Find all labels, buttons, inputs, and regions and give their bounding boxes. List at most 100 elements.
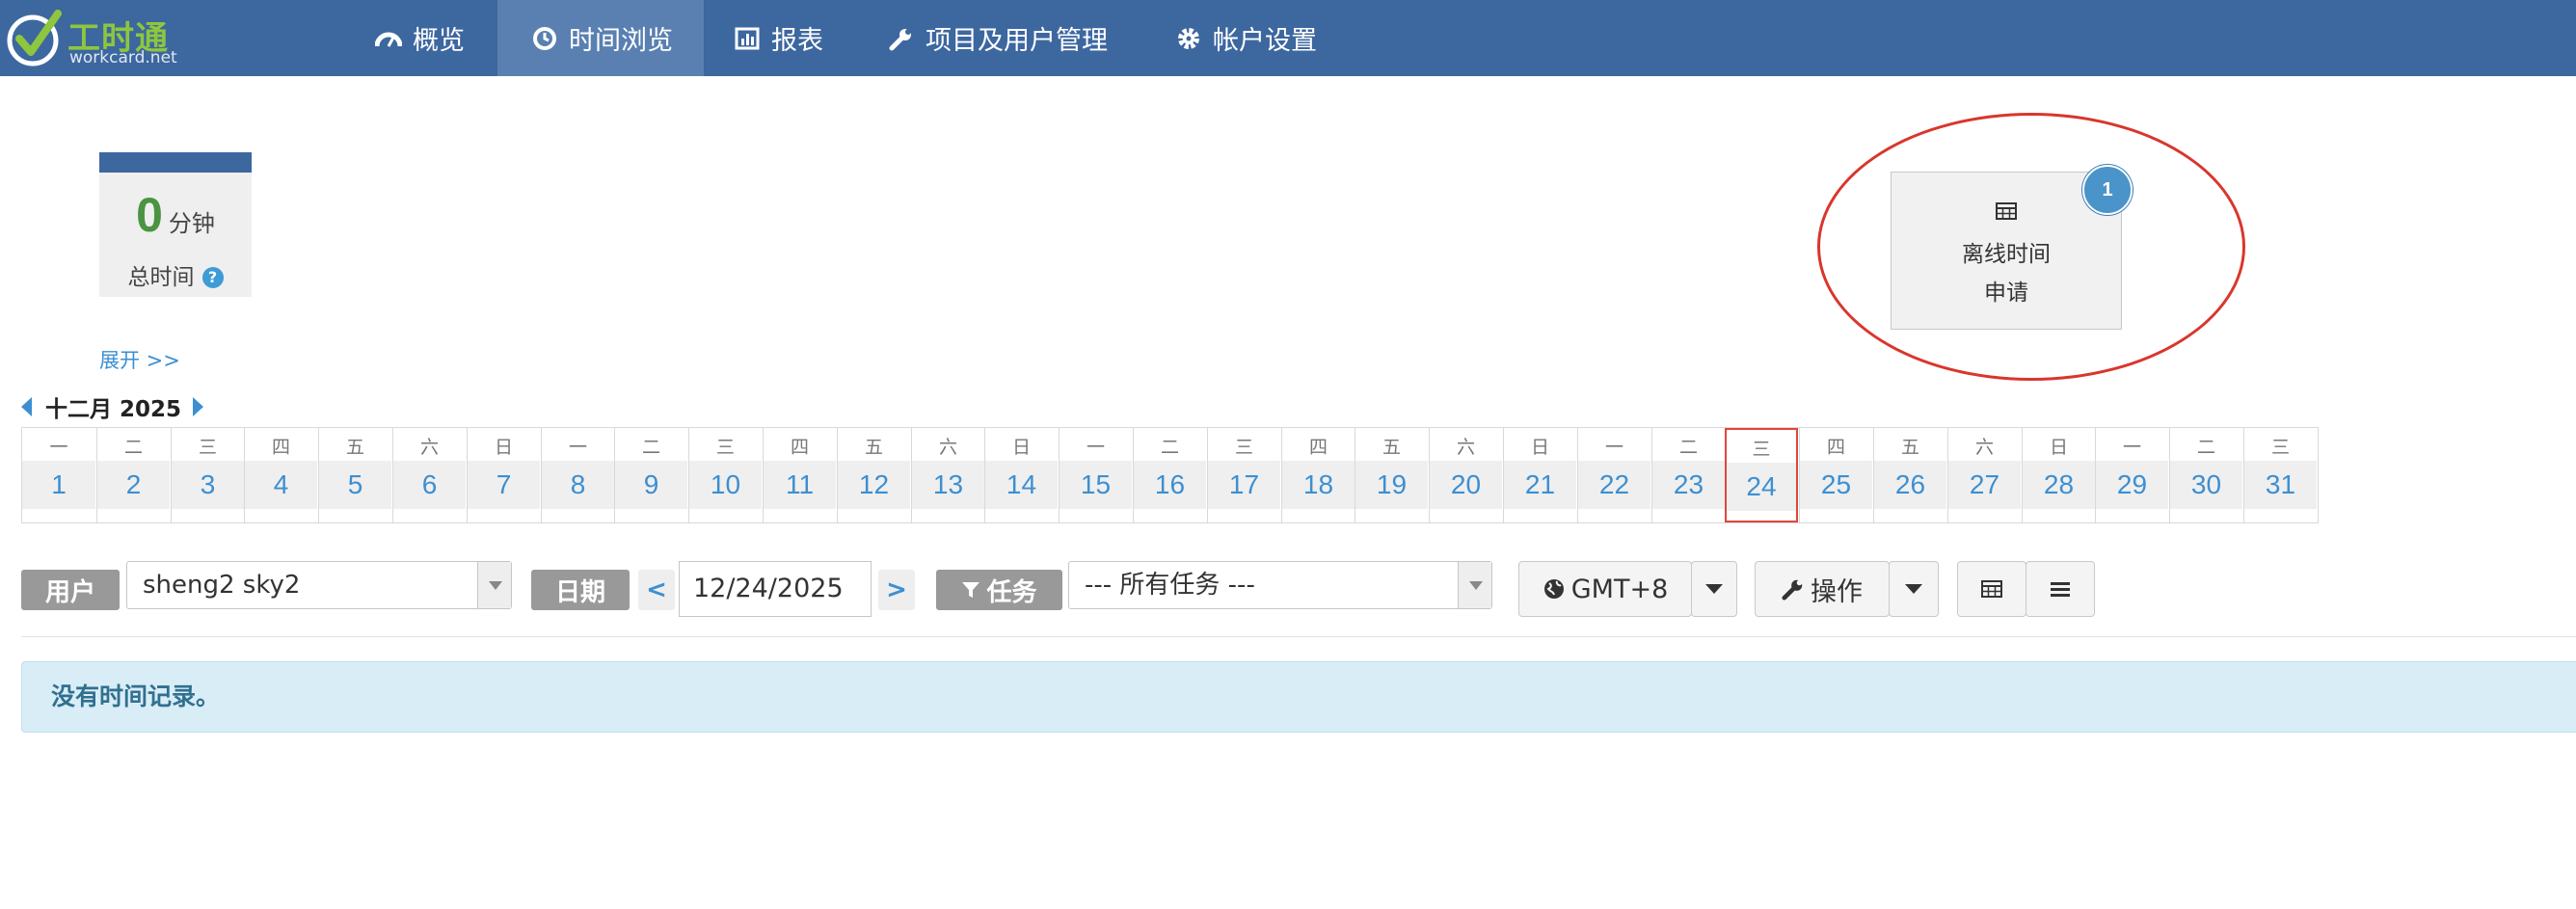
- bar-chart-icon: [733, 24, 762, 53]
- calendar-day-16[interactable]: 二 16: [1133, 428, 1206, 522]
- calendar-day-30[interactable]: 二 30: [2169, 428, 2242, 522]
- day-number[interactable]: 31: [2244, 461, 2317, 509]
- calendar-day-13[interactable]: 六 13: [911, 428, 984, 522]
- day-number[interactable]: 18: [1282, 461, 1355, 509]
- offline-request-label-line1: 离线时间: [1962, 242, 2051, 267]
- calendar-day-2[interactable]: 二2: [96, 428, 170, 522]
- day-number[interactable]: 20: [1430, 461, 1502, 509]
- calendar-day-10[interactable]: 三 10: [688, 428, 762, 522]
- nav-overview[interactable]: 概览: [374, 0, 480, 76]
- weekday-label: 四: [790, 437, 809, 458]
- day-number[interactable]: 9: [615, 461, 687, 509]
- table-icon: [1981, 580, 2002, 598]
- calendar-day-6[interactable]: 六6: [392, 428, 466, 522]
- logo[interactable]: 工时通 workcard.net: [6, 6, 177, 67]
- day-number[interactable]: 23: [1652, 461, 1725, 509]
- nav-reports[interactable]: 报表: [733, 0, 839, 76]
- day-number[interactable]: 26: [1874, 461, 1946, 509]
- calendar-day-27[interactable]: 六 27: [1947, 428, 2021, 522]
- prev-date-button[interactable]: <: [638, 570, 675, 610]
- weekday-label: 日: [2049, 437, 2068, 458]
- calendar-day-9[interactable]: 二9: [614, 428, 687, 522]
- calendar-day-12[interactable]: 五 12: [837, 428, 910, 522]
- date-input[interactable]: 12/24/2025: [679, 561, 872, 617]
- calendar-day-31[interactable]: 三 31: [2243, 428, 2317, 522]
- nav-account-settings[interactable]: 帐户设置: [1174, 0, 1328, 76]
- day-number[interactable]: 30: [2170, 461, 2242, 509]
- day-number[interactable]: 21: [1504, 461, 1576, 509]
- calendar-day-8[interactable]: 一8: [541, 428, 614, 522]
- timezone-button[interactable]: GMT+8: [1518, 561, 1692, 617]
- calendar-day-25[interactable]: 四 25: [1799, 428, 1872, 522]
- calendar-day-7[interactable]: 日7: [467, 428, 540, 522]
- day-number[interactable]: 8: [542, 461, 614, 509]
- calendar-day-17[interactable]: 三 17: [1207, 428, 1280, 522]
- total-time-value: 0 分钟: [99, 187, 252, 243]
- weekday-label: 日: [1011, 437, 1031, 458]
- weekday-label: 三: [198, 437, 217, 458]
- day-number[interactable]: 5: [319, 461, 391, 509]
- calendar-day-19[interactable]: 五 19: [1355, 428, 1428, 522]
- day-number[interactable]: 10: [689, 461, 762, 509]
- list-view-button[interactable]: [2026, 561, 2095, 617]
- month-calendar: 一 1 二 2 三 3 四 4 五 5 六 6 日 7 一 8 二 9 三 10 四 11 五 12 六 13 日 14 一 15 二 16 三…: [21, 427, 2319, 523]
- day-number[interactable]: 16: [1134, 461, 1206, 509]
- calendar-day-11[interactable]: 四 11: [763, 428, 836, 522]
- day-number[interactable]: 27: [1948, 461, 2021, 509]
- day-number[interactable]: 6: [393, 461, 466, 509]
- day-number[interactable]: 19: [1355, 461, 1428, 509]
- prev-month-icon[interactable]: [21, 397, 32, 416]
- day-number[interactable]: 24: [1727, 463, 1796, 511]
- next-date-button[interactable]: >: [878, 570, 915, 610]
- nav-project-user-management[interactable]: 项目及用户管理: [887, 0, 1128, 76]
- caret-down-icon: [1705, 584, 1723, 594]
- day-number[interactable]: 12: [838, 461, 910, 509]
- actions-dropdown-toggle[interactable]: [1889, 561, 1939, 617]
- weekday-label: 日: [494, 437, 513, 458]
- weekday-label: 五: [864, 437, 883, 458]
- calendar-day-18[interactable]: 四 18: [1281, 428, 1355, 522]
- date-filter-label: 日期: [531, 570, 630, 610]
- day-number[interactable]: 13: [912, 461, 984, 509]
- calendar-day-29[interactable]: 一 29: [2095, 428, 2168, 522]
- day-number[interactable]: 22: [1578, 461, 1650, 509]
- calendar-day-20[interactable]: 六 20: [1429, 428, 1502, 522]
- day-number[interactable]: 7: [468, 461, 540, 509]
- timezone-dropdown-toggle[interactable]: [1691, 561, 1737, 617]
- calendar-day-28[interactable]: 日 28: [2022, 428, 2095, 522]
- next-month-icon[interactable]: [193, 397, 204, 416]
- day-number[interactable]: 3: [172, 461, 244, 509]
- calendar-day-14[interactable]: 日 14: [984, 428, 1058, 522]
- calendar-day-21[interactable]: 日 21: [1503, 428, 1576, 522]
- expand-link[interactable]: 展开 >>: [99, 345, 180, 374]
- weekday-label: 一: [568, 437, 587, 458]
- day-number[interactable]: 17: [1208, 461, 1280, 509]
- day-number[interactable]: 1: [22, 461, 95, 509]
- calendar-day-15[interactable]: 一 15: [1059, 428, 1132, 522]
- calendar-day-23[interactable]: 二 23: [1651, 428, 1725, 522]
- calendar-day-22[interactable]: 一 22: [1577, 428, 1650, 522]
- grid-view-button[interactable]: [1957, 561, 2026, 617]
- day-number[interactable]: 28: [2023, 461, 2095, 509]
- day-number[interactable]: 4: [245, 461, 317, 509]
- day-number[interactable]: 25: [1800, 461, 1872, 509]
- list-icon: [2051, 582, 2070, 597]
- day-number[interactable]: 15: [1060, 461, 1132, 509]
- weekday-label: 一: [1086, 437, 1105, 458]
- day-number[interactable]: 2: [97, 461, 170, 509]
- day-number[interactable]: 14: [985, 461, 1058, 509]
- actions-button[interactable]: 操作: [1755, 561, 1890, 617]
- calendar-day-4[interactable]: 四4: [244, 428, 317, 522]
- calendar-day-5[interactable]: 五5: [318, 428, 391, 522]
- nav-time-browse[interactable]: 时间浏览: [497, 0, 704, 76]
- calendar-day-26[interactable]: 五 26: [1873, 428, 1946, 522]
- task-select[interactable]: --- 所有任务 ---: [1068, 561, 1492, 609]
- calendar-day-1[interactable]: 一1: [22, 428, 95, 522]
- user-select[interactable]: sheng2 sky2: [126, 561, 512, 609]
- calendar-day-3[interactable]: 三3: [171, 428, 244, 522]
- day-number[interactable]: 11: [764, 461, 836, 509]
- help-icon[interactable]: ?: [201, 267, 224, 288]
- day-number[interactable]: 29: [2096, 461, 2168, 509]
- wrench-icon: [1782, 579, 1803, 601]
- calendar-day-24[interactable]: 三 24: [1725, 428, 1798, 522]
